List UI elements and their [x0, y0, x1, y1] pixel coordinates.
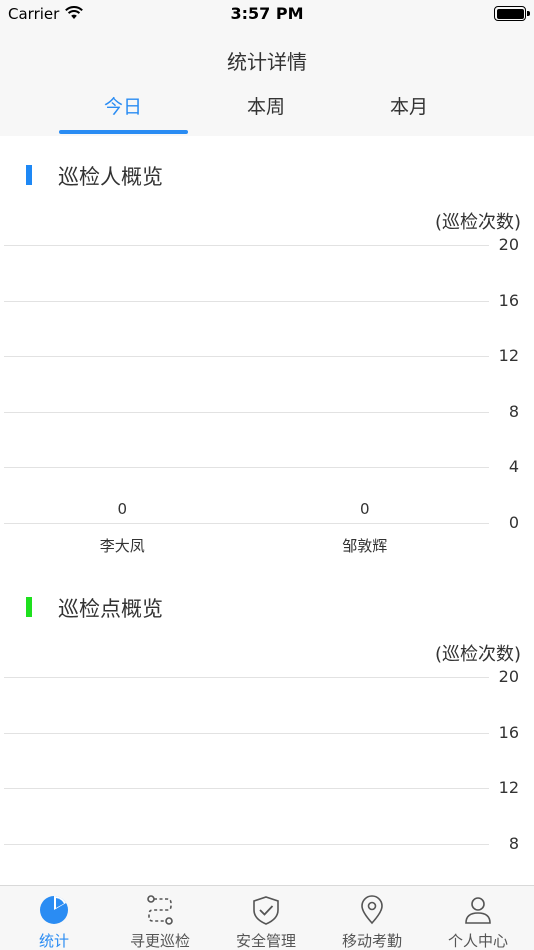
- section-accent-bar: [26, 597, 32, 617]
- y-tick-label: 0: [508, 512, 519, 532]
- grid-line: [4, 732, 489, 734]
- tabbar-item-attendance[interactable]: 移动考勤: [319, 886, 425, 950]
- person-icon: [465, 897, 491, 924]
- header: 统计详情 今日 本周 本月: [0, 30, 534, 136]
- tab-month[interactable]: 本月: [345, 92, 473, 119]
- status-time: 3:57 PM: [230, 4, 304, 23]
- pie-chart-icon: [40, 896, 68, 924]
- status-bar: Carrier 3:57 PM: [0, 0, 534, 30]
- period-tabs: 今日 本周 本月: [0, 88, 534, 136]
- page-title: 统计详情: [227, 50, 307, 74]
- grid-line: [4, 245, 489, 246]
- grid-line: [4, 677, 489, 678]
- tabbar-label: 个人中心: [447, 932, 508, 950]
- bottom-tab-bar: 统计 寻更巡检 安全管理 移动考勤 个人中心: [0, 885, 534, 950]
- battery-icon: [494, 6, 530, 21]
- chart1-unit-label: (巡检次数): [434, 212, 521, 233]
- bar-value-label: 0: [117, 499, 128, 518]
- section-title-inspectors: 巡检人概览: [58, 165, 163, 189]
- y-tick-label: 16: [498, 722, 519, 742]
- grid-line: [4, 522, 489, 524]
- shield-check-icon: [253, 896, 279, 925]
- tabbar-item-profile[interactable]: 个人中心: [425, 886, 531, 950]
- location-pin-icon: [361, 895, 383, 925]
- tabbar-label: 寻更巡检: [129, 932, 190, 950]
- section-title-checkpoints: 巡检点概览: [58, 597, 163, 621]
- y-tick-label: 12: [498, 778, 519, 797]
- tabbar-item-safety[interactable]: 安全管理: [213, 886, 319, 950]
- y-tick-label: 20: [498, 667, 519, 686]
- tab-today[interactable]: 今日: [59, 92, 187, 119]
- y-tick-label: 8: [508, 833, 519, 853]
- section-accent-bar: [26, 165, 32, 185]
- tab-week[interactable]: 本周: [202, 92, 330, 119]
- y-tick-label: 8: [508, 401, 519, 421]
- y-tick-label: 20: [498, 235, 519, 254]
- grid-line: [4, 356, 489, 357]
- x-category-label: 邹敦辉: [342, 536, 388, 555]
- tabbar-label: 安全管理: [235, 932, 296, 950]
- route-icon: [147, 895, 173, 925]
- tabbar-label: 统计: [38, 932, 69, 950]
- y-tick-label: 16: [498, 290, 519, 310]
- y-tick-label: 12: [498, 346, 519, 365]
- tabbar-item-stats[interactable]: 统计: [1, 886, 107, 950]
- y-tick-label: 4: [508, 457, 519, 476]
- tabbar-label: 移动考勤: [341, 932, 402, 950]
- grid-line: [4, 300, 489, 302]
- tab-indicator: [59, 130, 188, 134]
- grid-line: [4, 788, 489, 789]
- grid-line: [4, 843, 489, 845]
- tabbar-item-patrol[interactable]: 寻更巡检: [107, 886, 213, 950]
- grid-line: [4, 467, 489, 468]
- chart2-unit-label: (巡检次数): [434, 644, 521, 665]
- x-category-label: 李大凤: [99, 536, 145, 555]
- bar-value-label: 0: [359, 499, 370, 518]
- grid-line: [4, 411, 489, 413]
